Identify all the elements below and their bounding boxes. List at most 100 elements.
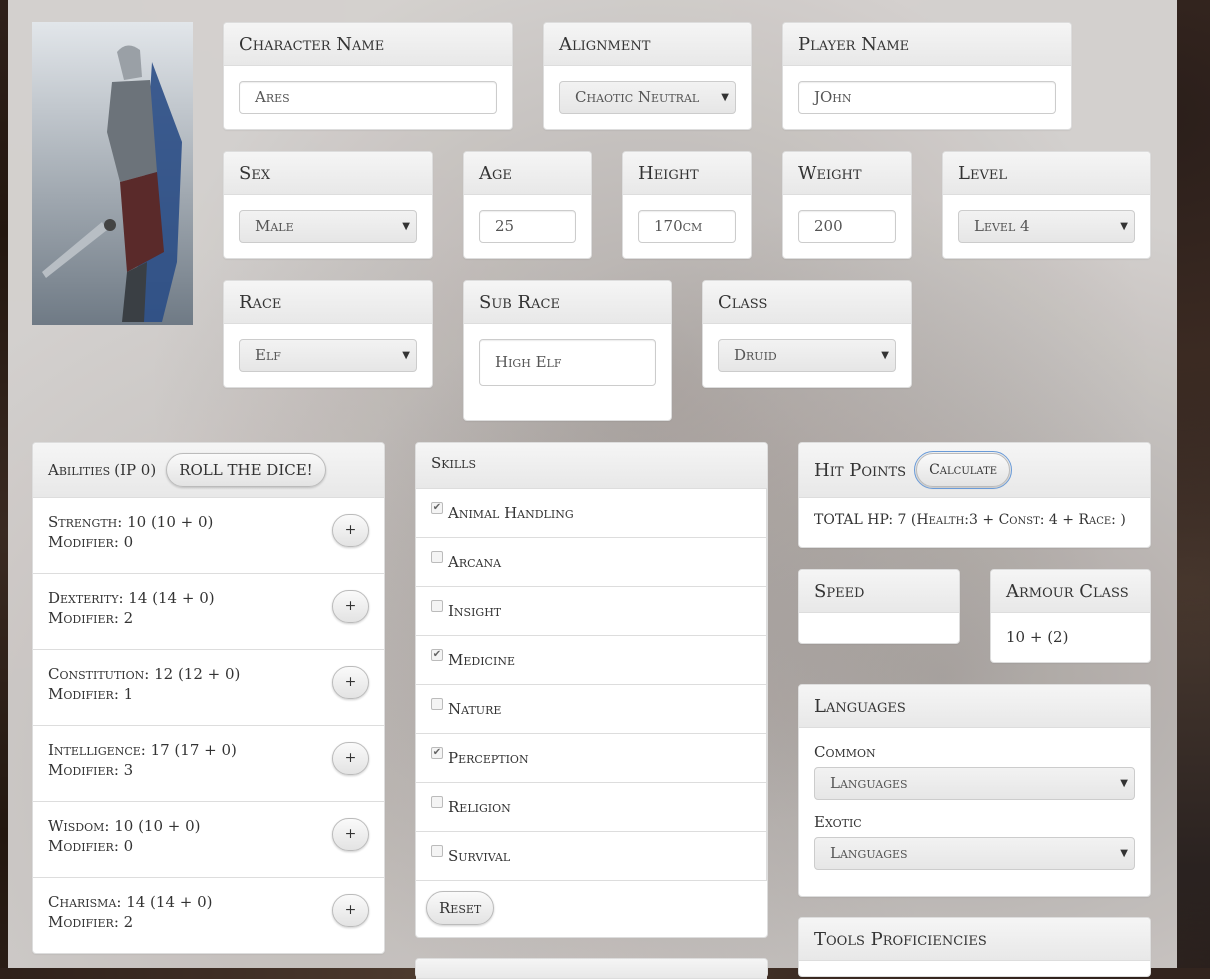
subrace-label: Sub Race (464, 281, 671, 324)
armour-class-title: Armour Class (991, 570, 1150, 613)
race-label: Race (224, 281, 432, 324)
class-select[interactable]: Druid ▼ (718, 339, 896, 372)
increase-ability-button[interactable]: + (332, 742, 369, 775)
alignment-select[interactable]: Chaotic Neutral ▼ (559, 81, 736, 114)
character-name-panel: Character Name Ares (223, 22, 513, 130)
sex-label: Sex (224, 152, 432, 195)
languages-title: Languages (799, 685, 1150, 728)
class-value: Druid (734, 346, 777, 364)
ability-score: Dexterity: 14 (14 + 0) (48, 589, 215, 607)
level-panel: Level Level 4 ▼ (942, 151, 1151, 259)
ability-row: Charisma: 14 (14 + 0) Modifier: 2 + (33, 878, 384, 954)
exotic-label: Exotic (814, 813, 862, 831)
speed-value (799, 613, 959, 643)
alignment-panel: Alignment Chaotic Neutral ▼ (543, 22, 752, 130)
skill-checkbox[interactable] (431, 551, 443, 563)
skill-checkbox[interactable] (431, 600, 443, 612)
weight-panel: Weight 200 (782, 151, 912, 259)
abilities-header: Abilities (IP 0) ROLL THE DICE! (33, 443, 384, 498)
skills-next-panel (415, 958, 768, 979)
ability-score: Wisdom: 10 (10 + 0) (48, 817, 201, 835)
increase-ability-button[interactable]: + (332, 590, 369, 623)
ability-row: Intelligence: 17 (17 + 0) Modifier: 3 + (33, 726, 384, 802)
common-label: Common (814, 743, 876, 761)
increase-ability-button[interactable]: + (332, 818, 369, 851)
roll-dice-button[interactable]: ROLL THE DICE! (166, 453, 326, 487)
skill-row[interactable]: Arcana (416, 538, 766, 587)
skill-label: Perception (448, 749, 529, 767)
armour-class-value: 10 + (2) (1006, 628, 1069, 646)
skill-label: Religion (448, 798, 511, 816)
caret-down-icon: ▼ (881, 350, 889, 361)
exotic-language-select[interactable]: Languages ▼ (814, 837, 1135, 870)
ability-score: Constitution: 12 (12 + 0) (48, 665, 241, 683)
skill-row[interactable]: ✔ Medicine (416, 636, 766, 685)
skill-row[interactable]: ✔ Animal Handling (416, 489, 766, 538)
knight-image (32, 22, 193, 325)
subrace-input[interactable]: High Elf (479, 339, 656, 386)
increase-ability-button[interactable]: + (332, 514, 369, 547)
skill-checkbox[interactable] (431, 698, 443, 710)
character-name-label: Character Name (224, 23, 512, 66)
character-name-input[interactable]: Ares (239, 81, 497, 114)
weight-input[interactable]: 200 (798, 210, 896, 243)
subrace-panel: Sub Race High Elf (463, 280, 672, 421)
reset-button[interactable]: Reset (426, 891, 495, 925)
ability-modifier: Modifier: 1 (48, 685, 134, 703)
age-input[interactable]: 25 (479, 210, 576, 243)
skill-checkbox[interactable] (431, 845, 443, 857)
skill-label: Animal Handling (448, 504, 574, 522)
calculate-button[interactable]: Calculate (914, 451, 1013, 489)
skill-row[interactable]: Nature (416, 685, 766, 734)
ability-score: Strength: 10 (10 + 0) (48, 513, 214, 531)
checkmark-icon[interactable]: ✔ (431, 747, 443, 759)
caret-down-icon: ▼ (721, 92, 729, 103)
ability-modifier: Modifier: 0 (48, 533, 134, 551)
sex-panel: Sex Male ▼ (223, 151, 433, 259)
tools-panel: Tools Proficiencies (798, 917, 1151, 977)
race-select[interactable]: Elf ▼ (239, 339, 417, 372)
weight-label: Weight (783, 152, 911, 195)
skill-row[interactable]: ✔ Perception (416, 734, 766, 783)
ability-row: Constitution: 12 (12 + 0) Modifier: 1 + (33, 650, 384, 726)
skill-label: Nature (448, 700, 502, 718)
tools-title: Tools Proficiencies (799, 918, 1150, 961)
level-select[interactable]: Level 4 ▼ (958, 210, 1135, 243)
skill-label: Arcana (448, 553, 502, 571)
caret-down-icon: ▼ (1120, 848, 1128, 859)
hit-points-header: Hit Points Calculate (799, 443, 1150, 498)
skill-row[interactable]: Survival (416, 832, 766, 881)
height-input[interactable]: 170cm (638, 210, 736, 243)
ability-list: Strength: 10 (10 + 0) Modifier: 0 + Dexteri… (33, 498, 384, 954)
sex-value: Male (255, 217, 294, 235)
age-panel: Age 25 (463, 151, 592, 259)
ability-score: Intelligence: 17 (17 + 0) (48, 741, 237, 759)
checkmark-icon[interactable]: ✔ (431, 649, 443, 661)
player-name-input[interactable]: JOhn (798, 81, 1056, 114)
alignment-label: Alignment (544, 23, 751, 66)
ability-row: Strength: 10 (10 + 0) Modifier: 0 + (33, 498, 384, 574)
common-language-select[interactable]: Languages ▼ (814, 767, 1135, 800)
caret-down-icon: ▼ (402, 221, 410, 232)
abilities-title: Abilities (48, 460, 111, 479)
height-label: Height (623, 152, 751, 195)
skill-list: ✔ Animal Handling Arcana Insight ✔ Medicine Na… (416, 489, 767, 881)
increase-ability-button[interactable]: + (332, 894, 369, 927)
player-name-label: Player Name (783, 23, 1071, 66)
skill-label: Survival (448, 847, 511, 865)
skill-checkbox[interactable] (431, 796, 443, 808)
ip-count: (IP 0) (114, 460, 157, 479)
ability-row: Wisdom: 10 (10 + 0) Modifier: 0 + (33, 802, 384, 878)
level-value: Level 4 (974, 217, 1030, 235)
increase-ability-button[interactable]: + (332, 666, 369, 699)
checkmark-icon[interactable]: ✔ (431, 502, 443, 514)
languages-panel: Languages Common Languages ▼ Exotic Lang… (798, 684, 1151, 897)
skill-row[interactable]: Religion (416, 783, 766, 832)
skill-row[interactable]: Insight (416, 587, 766, 636)
sex-select[interactable]: Male ▼ (239, 210, 417, 243)
ability-modifier: Modifier: 3 (48, 761, 134, 779)
character-portrait (32, 22, 193, 325)
player-name-panel: Player Name JOhn (782, 22, 1072, 130)
skill-label: Medicine (448, 651, 515, 669)
common-language-value: Languages (830, 774, 908, 792)
